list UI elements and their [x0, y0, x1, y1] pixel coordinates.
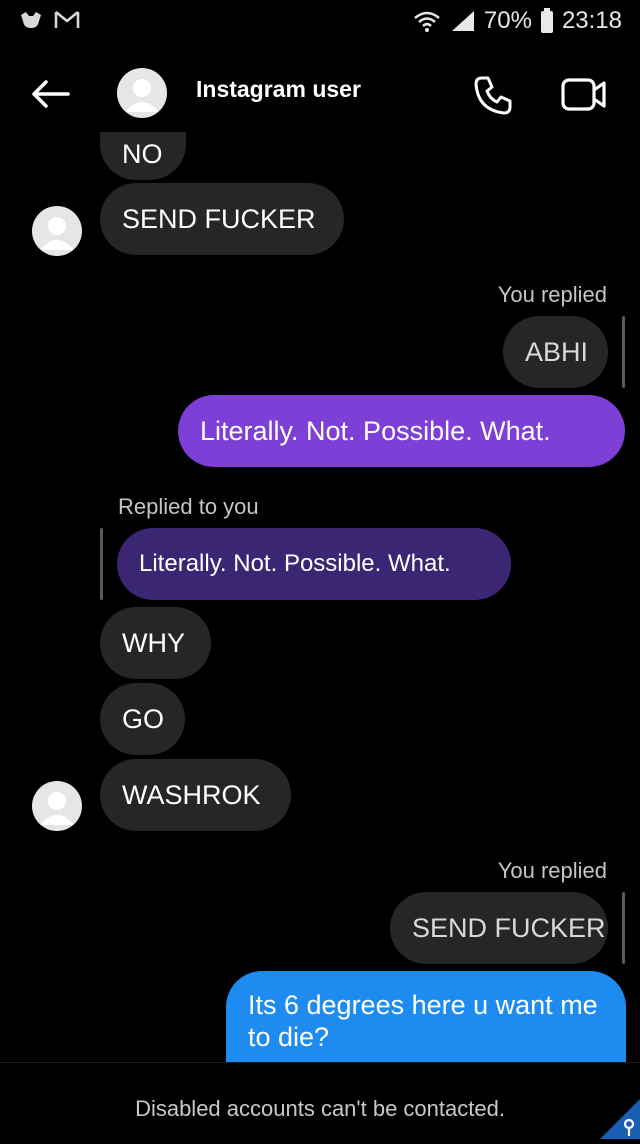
back-button[interactable] [28, 74, 72, 114]
quoted-message[interactable]: ABHI [503, 316, 608, 388]
arrow-left-icon [32, 80, 70, 108]
quote-bar [622, 892, 625, 964]
default-avatar-icon [125, 79, 159, 112]
battery-icon [540, 8, 554, 34]
battery-percent: 70% [483, 7, 532, 34]
message-bubble[interactable]: WHY [100, 607, 211, 679]
wifi-icon [412, 9, 442, 33]
quoted-message[interactable]: SEND FUCKER [390, 892, 608, 964]
video-camera-icon [561, 78, 606, 111]
message-bubble[interactable]: WASHROK [100, 759, 291, 831]
disabled-notice-text: Disabled accounts can't be contacted. [135, 1096, 505, 1121]
video-call-button[interactable] [560, 74, 608, 119]
sender-avatar[interactable] [32, 206, 82, 256]
conversation-title[interactable]: Instagram user [196, 76, 361, 103]
quote-bar [622, 316, 625, 388]
reply-label: You replied [497, 858, 607, 883]
reply-label: You replied [497, 282, 607, 307]
signal-icon [450, 9, 476, 33]
profile-avatar[interactable] [117, 68, 167, 118]
gmail-icon [54, 10, 80, 30]
default-avatar-icon [40, 792, 74, 825]
message-bubble[interactable]: GO [100, 683, 185, 755]
sender-avatar[interactable] [32, 781, 82, 831]
notification-app-icon [18, 9, 44, 31]
quoted-message[interactable]: Literally. Not. Possible. What. [117, 528, 511, 600]
chat-header: Instagram user [0, 52, 640, 132]
message-bubble[interactable]: Literally. Not. Possible. What. [178, 395, 625, 467]
quote-bar [100, 528, 103, 600]
clock: 23:18 [561, 7, 622, 34]
message-bubble[interactable]: Its 6 degrees here u want me to die? [226, 971, 626, 1062]
default-avatar-icon [40, 217, 74, 250]
composer-disabled-notice: Disabled accounts can't be contacted. [0, 1062, 640, 1139]
message-list[interactable]: NO SEND FUCKER You replied ABHI Literall… [0, 132, 640, 1062]
message-bubble[interactable]: SEND FUCKER [100, 183, 344, 255]
status-bar: 70% 23:18 [0, 0, 640, 44]
voice-call-button[interactable] [470, 72, 516, 123]
reply-label: Replied to you [118, 494, 259, 519]
key-badge-icon [600, 1099, 640, 1139]
phone-icon [474, 76, 512, 115]
message-bubble[interactable]: NO [100, 132, 186, 180]
